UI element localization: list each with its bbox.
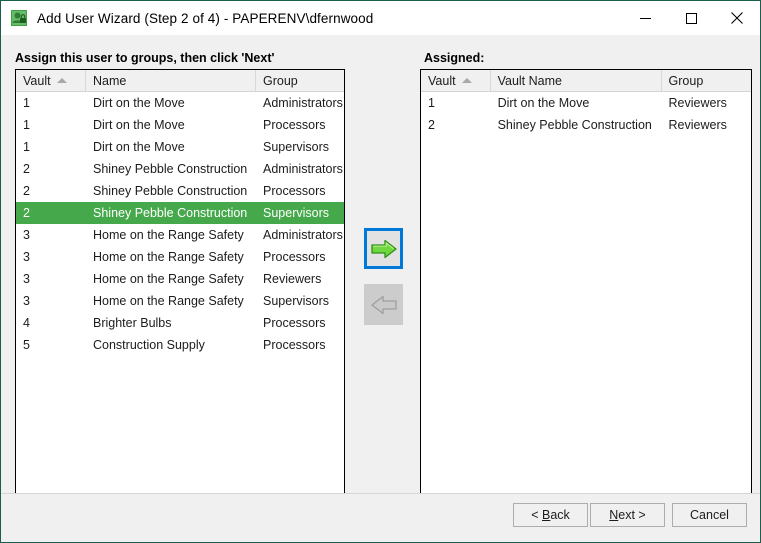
cell-name: Shiney Pebble Construction [93,184,248,198]
cell-name: Home on the Range Safety [93,250,244,264]
assigned-column-header-vault-name-label: Vault Name [497,73,562,88]
accelerator-char: N [609,508,619,522]
user-vault-icon [10,9,28,27]
cell-group: Processors [263,316,326,330]
sort-ascending-icon [57,78,67,83]
cell-group: Supervisors [263,206,329,220]
cell-name: Home on the Range Safety [93,228,244,242]
maximize-icon[interactable] [668,1,714,35]
available-list-header: Vault Name Group [16,70,344,92]
cell-vault: 3 [23,250,30,264]
table-row[interactable]: 4 Brighter Bulbs Processors [16,312,344,334]
next-button[interactable]: Next > [590,503,665,527]
assigned-list-rows: 1 Dirt on the Move Reviewers 2 Shiney Pebble… [421,92,751,136]
cell-group: Processors [263,250,326,264]
available-list-rows: 1 Dirt on the Move Administrators 1 Dirt on … [16,92,344,356]
table-row[interactable]: 3 Home on the Range Safety Supervisors [16,290,344,312]
cell-group: Processors [263,338,326,352]
close-icon[interactable] [714,1,760,35]
cell-vault: 3 [23,228,30,242]
cell-vault: 1 [23,118,30,132]
cell-group: Processors [263,118,326,132]
move-left-arrow-icon [364,284,403,325]
cell-group: Supervisors [263,140,329,154]
table-row[interactable]: 1 Dirt on the Move Processors [16,114,344,136]
column-header-group[interactable]: Group [256,70,344,91]
table-row[interactable]: 2 Shiney Pebble Construction Supervisors [16,202,344,224]
assigned-column-header-vault-label: Vault [428,73,456,88]
cell-vault: 1 [23,140,30,154]
cell-name: Shiney Pebble Construction [497,118,652,132]
dialog-content: Assign this user to groups, then click '… [1,35,760,501]
cell-name: Shiney Pebble Construction [93,162,248,176]
available-groups-list[interactable]: Vault Name Group 1 Dirt on the Move Admini… [15,69,345,501]
assigned-label: Assigned: [424,51,485,65]
title-bar: Add User Wizard (Step 2 of 4) - PAPERENV… [1,1,760,35]
sort-ascending-icon [461,78,472,83]
table-row[interactable]: 1 Dirt on the Move Supervisors [16,136,344,158]
cell-vault: 5 [23,338,30,352]
window-controls [622,1,760,35]
cell-group: Reviewers [668,118,727,132]
column-header-group-label: Group [263,73,298,88]
window-title: Add User Wizard (Step 2 of 4) - PAPERENV… [37,10,374,26]
cell-name: Construction Supply [93,338,205,352]
cell-name: Shiney Pebble Construction [93,206,248,220]
cell-name: Dirt on the Move [93,140,185,154]
cancel-button[interactable]: Cancel [672,503,747,527]
cell-vault: 4 [23,316,30,330]
table-row[interactable]: 2 Shiney Pebble Construction Processors [16,180,344,202]
table-row[interactable]: 5 Construction Supply Processors [16,334,344,356]
column-header-vault[interactable]: Vault [16,70,86,91]
cell-vault: 2 [428,118,435,132]
column-header-name[interactable]: Name [86,70,256,91]
cell-name: Dirt on the Move [497,96,590,110]
assigned-column-header-group-label: Group [668,73,704,88]
table-row[interactable]: 1 Dirt on the Move Reviewers [421,92,751,114]
assigned-groups-list[interactable]: Vault Vault Name Group 1 Dirt on the Move… [420,69,752,501]
table-row[interactable]: 3 Home on the Range Safety Processors [16,246,344,268]
cell-vault: 2 [23,162,30,176]
cell-name: Home on the Range Safety [93,272,244,286]
cell-vault: 1 [23,96,30,110]
cell-name: Home on the Range Safety [93,294,244,308]
table-row[interactable]: 2 Shiney Pebble Construction Administrator… [16,158,344,180]
cell-name: Dirt on the Move [93,118,185,132]
table-row[interactable]: 1 Dirt on the Move Administrators [16,92,344,114]
cell-name: Dirt on the Move [93,96,185,110]
add-user-wizard-window: Add User Wizard (Step 2 of 4) - PAPERENV… [0,0,761,543]
cell-group: Reviewers [668,96,727,110]
cell-vault: 3 [23,294,30,308]
assigned-list-header: Vault Vault Name Group [421,70,751,92]
cell-group: Administrators [263,96,343,110]
assigned-column-header-vault[interactable]: Vault [421,70,491,91]
cell-vault: 2 [23,184,30,198]
minimize-icon[interactable] [622,1,668,35]
column-header-name-label: Name [93,73,127,88]
cell-group: Administrators [263,162,343,176]
column-header-vault-label: Vault [23,73,51,88]
cell-vault: 3 [23,272,30,286]
accelerator-char: B [541,508,551,522]
back-button[interactable]: < Back [513,503,588,527]
cell-name: Brighter Bulbs [93,316,172,330]
instruction-label: Assign this user to groups, then click '… [15,51,275,65]
cell-group: Reviewers [263,272,322,286]
cell-vault: 2 [23,206,30,220]
cell-group: Supervisors [263,294,329,308]
cell-group: Processors [263,184,326,198]
move-right-arrow-icon[interactable] [364,228,403,269]
table-row[interactable]: 2 Shiney Pebble Construction Reviewers [421,114,751,136]
cell-group: Administrators [263,228,343,242]
table-row[interactable]: 3 Home on the Range Safety Reviewers [16,268,344,290]
assigned-column-header-vault-name[interactable]: Vault Name [490,70,662,91]
cell-vault: 1 [428,96,435,110]
assigned-column-header-group[interactable]: Group [661,70,751,91]
dialog-footer: < Back Next > Cancel [1,493,760,542]
table-row[interactable]: 3 Home on the Range Safety Administrators [16,224,344,246]
